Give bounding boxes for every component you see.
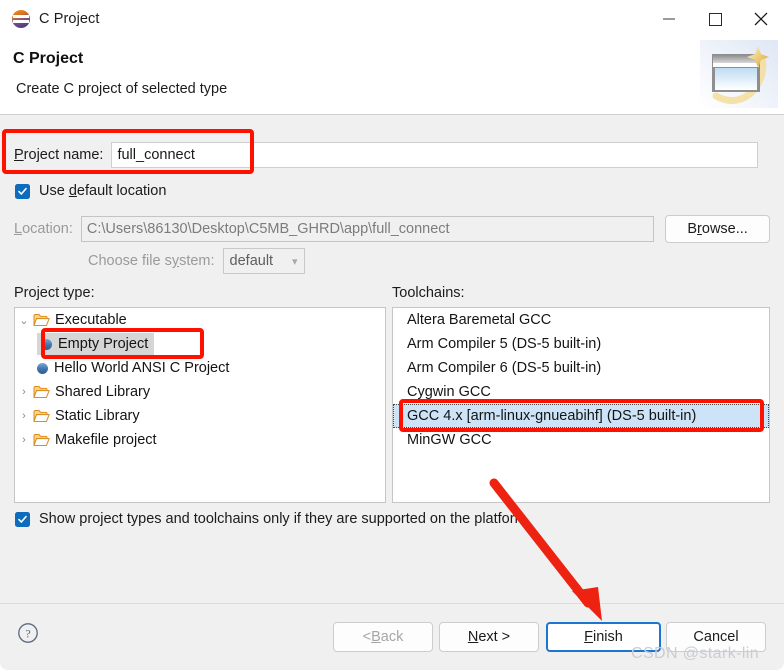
page-title: C Project bbox=[13, 50, 84, 67]
next-button[interactable]: Next > bbox=[439, 622, 539, 652]
file-system-select[interactable]: default ▾ bbox=[222, 248, 305, 274]
project-type-item[interactable]: Hello World ANSI C Project bbox=[15, 356, 385, 380]
browse-button[interactable]: Br owse... bbox=[665, 215, 770, 243]
toolchain-item-label: Altera Baremetal GCC bbox=[407, 312, 552, 328]
checkmark-icon bbox=[15, 183, 30, 199]
project-name-input[interactable]: full_connect bbox=[111, 142, 759, 168]
toolchain-item[interactable]: Arm Compiler 6 (DS-5 built-in) bbox=[393, 356, 769, 380]
toolchain-item-label: MinGW GCC bbox=[407, 432, 492, 448]
toolchains-list[interactable]: Altera Baremetal GCC Arm Compiler 5 (DS-5… bbox=[392, 307, 770, 503]
back-button[interactable]: < Back bbox=[333, 622, 433, 652]
window-controls bbox=[646, 0, 784, 38]
project-type-item-label: Empty Project bbox=[58, 336, 149, 352]
project-name-label: Project name: bbox=[14, 147, 104, 163]
maximize-icon[interactable] bbox=[692, 0, 738, 38]
new-project-wizard-icon bbox=[700, 40, 778, 108]
toolchain-item[interactable]: Altera Baremetal GCC bbox=[393, 308, 769, 332]
project-type-item-label: Executable bbox=[55, 312, 127, 328]
location-row: Location: C:\Users\86130\Desktop\C5MB_GH… bbox=[14, 215, 770, 243]
project-type-item-label: Shared Library bbox=[55, 384, 151, 400]
eclipse-icon bbox=[12, 10, 30, 28]
help-circle-icon[interactable]: ? bbox=[17, 622, 39, 644]
close-icon[interactable] bbox=[738, 0, 784, 38]
toolchain-item[interactable]: GCC 4.x [arm-linux-gnueabihf] (DS-5 buil… bbox=[393, 404, 769, 428]
file-system-value: default bbox=[229, 253, 274, 269]
choose-file-system-row: Choose file system: default ▾ bbox=[88, 248, 305, 274]
use-default-location-label: Use default location bbox=[39, 183, 167, 199]
page-subtitle: Create C project of selected type bbox=[16, 81, 228, 97]
location-label: Location: bbox=[14, 221, 73, 237]
minimize-icon[interactable] bbox=[646, 0, 692, 38]
toolchain-item-label: Cygwin GCC bbox=[407, 384, 491, 400]
folder-open-icon bbox=[33, 313, 50, 327]
folder-open-icon bbox=[33, 385, 50, 399]
project-name-row: Project name: full_connect bbox=[14, 142, 770, 168]
project-type-item-label: Static Library bbox=[55, 408, 140, 424]
project-dot-icon bbox=[37, 362, 48, 374]
wizard-header: C Project Create C project of selected t… bbox=[0, 38, 784, 115]
toolchain-item[interactable]: Cygwin GCC bbox=[393, 380, 769, 404]
project-type-item[interactable]: › Makefile project bbox=[15, 428, 385, 452]
selection-highlight: Empty Project bbox=[37, 333, 155, 355]
dialog-body: Project name: full_connect Use default l… bbox=[0, 115, 784, 603]
toolchains-label: Toolchains: bbox=[392, 285, 465, 301]
watermark: CSDN @stark-lin bbox=[631, 645, 760, 662]
folder-open-icon bbox=[33, 409, 50, 423]
checkmark-icon bbox=[15, 511, 30, 527]
title-bar: C Project bbox=[0, 0, 784, 38]
svg-text:?: ? bbox=[25, 626, 30, 640]
show-supported-label: Show project types and toolchains only i… bbox=[39, 511, 527, 527]
window-title: C Project bbox=[39, 11, 100, 27]
show-supported-checkbox[interactable]: Show project types and toolchains only i… bbox=[15, 511, 527, 527]
chevron-down-icon[interactable]: ⌄ bbox=[15, 314, 33, 327]
use-default-location-checkbox[interactable]: Use default location bbox=[15, 183, 166, 199]
location-input[interactable]: C:\Users\86130\Desktop\C5MB_GHRD\app\ful… bbox=[80, 216, 655, 242]
project-type-tree[interactable]: ⌄ Executable Empty Project Hello World ANSI… bbox=[14, 307, 386, 503]
toolchain-item[interactable]: MinGW GCC bbox=[393, 428, 769, 452]
chevron-right-icon[interactable]: › bbox=[15, 410, 33, 422]
toolchain-item-label: Arm Compiler 5 (DS-5 built-in) bbox=[407, 336, 602, 352]
choose-file-system-label: Choose file system: bbox=[88, 253, 215, 269]
chevron-right-icon[interactable]: › bbox=[15, 434, 33, 446]
c-project-dialog: C Project C Project Create C project of … bbox=[0, 0, 784, 670]
project-type-item-label: Hello World ANSI C Project bbox=[54, 360, 230, 376]
project-type-item-label: Makefile project bbox=[55, 432, 157, 448]
toolchain-item-label: GCC 4.x [arm-linux-gnueabihf] (DS-5 buil… bbox=[407, 408, 697, 424]
project-type-item[interactable]: › Shared Library bbox=[15, 380, 385, 404]
toolchain-item[interactable]: Arm Compiler 5 (DS-5 built-in) bbox=[393, 332, 769, 356]
chevron-down-icon: ▾ bbox=[292, 255, 298, 268]
folder-open-icon bbox=[33, 433, 50, 447]
toolchain-item-label: Arm Compiler 6 (DS-5 built-in) bbox=[407, 360, 602, 376]
chevron-right-icon[interactable]: › bbox=[15, 386, 33, 398]
project-type-label: Project type: bbox=[14, 285, 95, 301]
project-type-item[interactable]: › Static Library bbox=[15, 404, 385, 428]
project-type-item[interactable]: ⌄ Executable bbox=[15, 308, 385, 332]
project-dot-icon bbox=[41, 338, 52, 350]
project-type-item[interactable]: Empty Project bbox=[15, 332, 385, 356]
